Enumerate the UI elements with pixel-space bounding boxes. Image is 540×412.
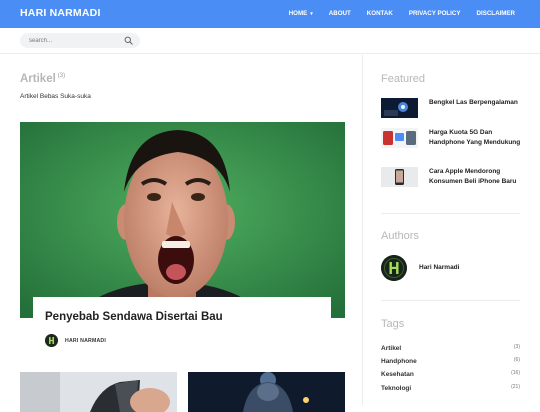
nav-privacy-policy[interactable]: PRIVACY POLICY (409, 10, 461, 17)
nav-home[interactable]: HOME ▾ (289, 10, 313, 17)
featured-item[interactable]: Harga Kuota 5G Dan Handphone Yang Menduk… (381, 128, 521, 154)
tag-name: Kesehatan (381, 371, 414, 378)
nav-about[interactable]: ABOUT (329, 10, 351, 17)
5g-thumb-icon (381, 128, 418, 148)
man-shouting-photo (20, 122, 345, 318)
featured-title[interactable]: Harga Kuota 5G Dan Handphone Yang Menduk… (429, 128, 521, 147)
authors-heading: Authors (381, 230, 419, 242)
search-box (20, 33, 140, 48)
nav-disclaimer[interactable]: DISCLAIMER (477, 10, 516, 17)
search-bar-row (0, 28, 540, 54)
nav-home-label: HOME (288, 10, 308, 17)
archive-title-label: Artikel (20, 73, 56, 85)
archive-description: Artikel Bebas Suka-suka (20, 93, 91, 100)
tag-item[interactable]: Handphone (6) (381, 357, 520, 368)
featured-thumb-iphone (381, 167, 418, 187)
author-link[interactable]: Hari Narmadi (419, 264, 459, 271)
hand-phone-photo (20, 372, 177, 412)
tag-name: Teknologi (381, 385, 412, 392)
tag-item[interactable]: Teknologi (21) (381, 384, 520, 395)
avatar[interactable] (381, 255, 407, 281)
tag-name: Artikel (381, 345, 402, 352)
author-avatar-icon (45, 334, 58, 347)
featured-title[interactable]: Cara Apple Mendorong Konsumen Beli iPhon… (429, 167, 521, 186)
iphone-thumb-icon (381, 167, 418, 187)
main-nav: HOME ▾ ABOUT KONTAK PRIVACY POLICY DISCL… (273, 10, 515, 17)
welding-thumb-icon (381, 98, 418, 118)
tag-count: (6) (513, 357, 520, 363)
search-icon[interactable] (124, 36, 133, 45)
welder-photo (188, 372, 345, 412)
nav-kontak[interactable]: KONTAK (367, 10, 393, 17)
avatar[interactable] (45, 334, 58, 347)
featured-thumb-welding (381, 98, 418, 118)
featured-item[interactable]: Bengkel Las Berpengalaman (381, 98, 521, 124)
column-divider (362, 55, 363, 405)
sidebar-divider (381, 213, 520, 214)
top-navbar: HARI NARMADI HOME ▾ ABOUT KONTAK PRIVACY… (0, 0, 540, 28)
tag-count: (16) (511, 370, 520, 376)
hero-post-author[interactable]: HARI NARMADI (65, 338, 106, 344)
site-brand[interactable]: HARI NARMADI (20, 7, 101, 19)
featured-heading: Featured (381, 73, 426, 85)
hero-post-title[interactable]: Penyebab Sendawa Disertai Bau (45, 311, 223, 323)
featured-item[interactable]: Cara Apple Mendorong Konsumen Beli iPhon… (381, 167, 521, 193)
tag-count: (21) (511, 384, 520, 390)
sidebar-divider (381, 300, 520, 301)
tag-item[interactable]: Kesehatan (16) (381, 370, 520, 381)
post-thumbnail-welding[interactable] (188, 372, 345, 412)
tag-item[interactable]: Artikel (3) (381, 344, 520, 355)
archive-count: (3) (57, 73, 66, 80)
hero-post-image[interactable] (20, 122, 345, 318)
search-input[interactable] (29, 35, 119, 46)
tag-count: (3) (513, 344, 520, 350)
tag-name: Handphone (381, 358, 417, 365)
author-logo-icon (381, 255, 407, 281)
featured-thumb-5g (381, 128, 418, 148)
post-thumbnail-phone[interactable] (20, 372, 177, 412)
chevron-down-icon: ▾ (310, 10, 313, 17)
archive-title: Artikel (3) (20, 73, 65, 85)
tags-heading: Tags (381, 318, 405, 330)
featured-title[interactable]: Bengkel Las Berpengalaman (429, 98, 521, 108)
hero-post-card (33, 297, 331, 355)
